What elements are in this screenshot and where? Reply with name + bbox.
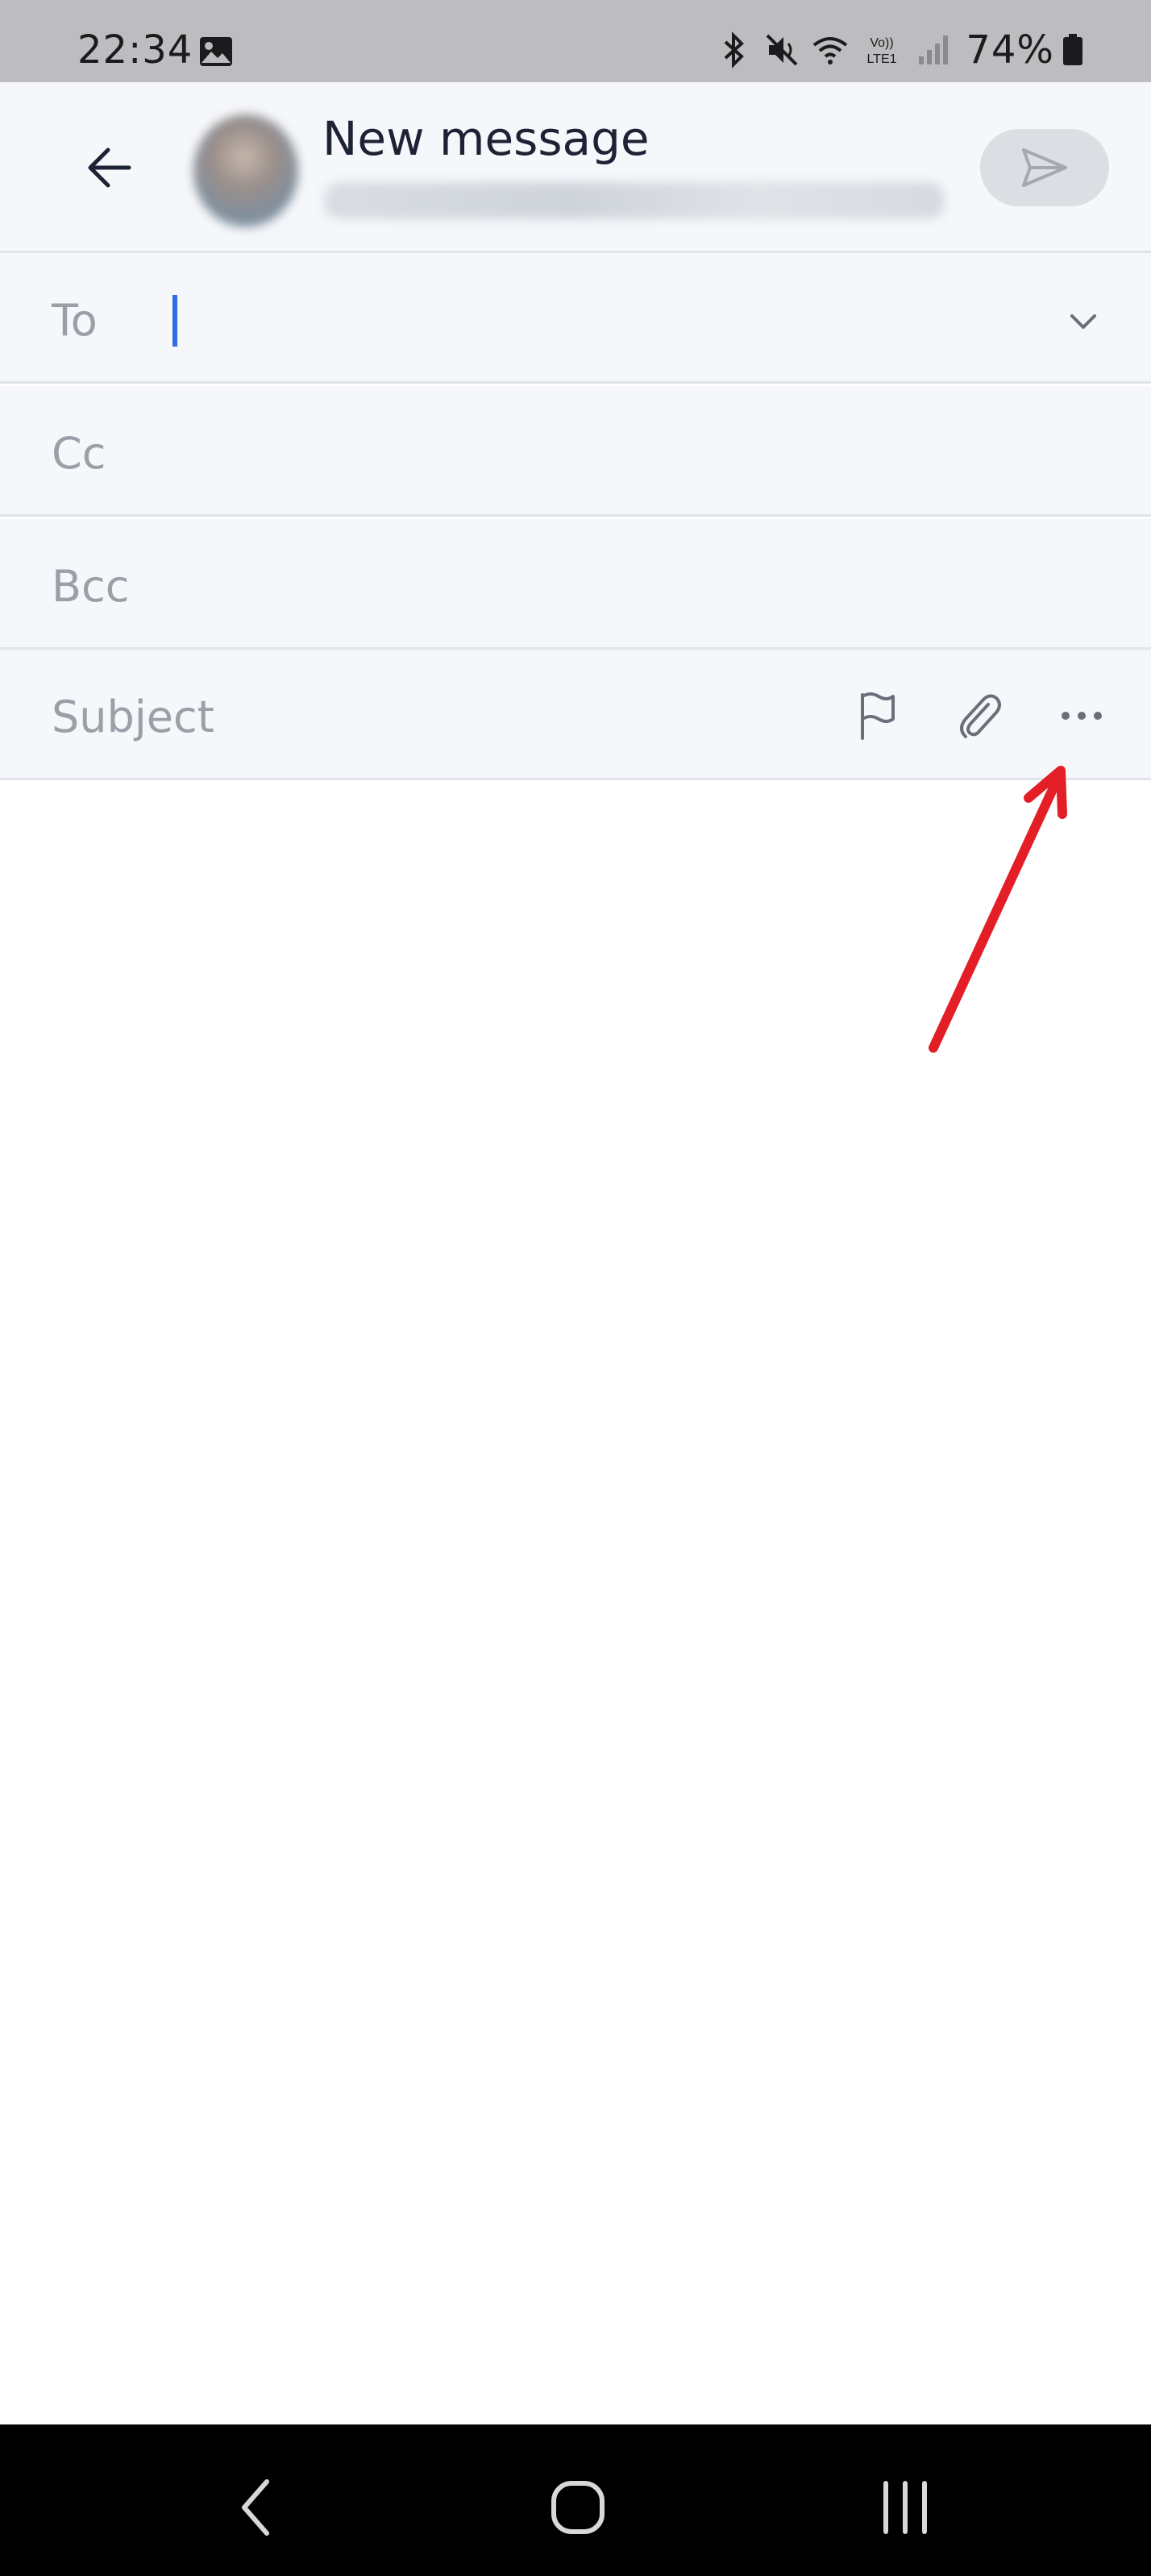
send-button[interactable] [980,129,1109,206]
status-time: 22:34 [77,27,193,73]
mute-icon [766,34,798,66]
wifi-icon [813,37,848,64]
bcc-label: Bcc [52,561,130,612]
gallery-icon [200,37,232,66]
sender-account-blurred[interactable] [324,182,945,219]
paperclip-icon [960,694,1001,738]
recents-nav-icon [883,2481,927,2534]
home-nav-icon [551,2481,605,2534]
more-options-button[interactable] [1053,687,1111,745]
to-label: To [52,295,98,346]
arrow-left-icon [88,147,131,188]
signal-icon [919,35,949,64]
volte-top-text: Vo)) [871,36,894,50]
page-title: New message [322,111,650,166]
back-nav-icon [242,2479,269,2536]
text-cursor [172,295,177,347]
battery-percent: 74% [966,27,1054,73]
nav-recents-button[interactable] [869,2471,941,2544]
attach-button[interactable] [949,687,1008,745]
send-icon [1022,148,1067,187]
message-body-editor[interactable] [3,783,1151,2424]
flag-icon [861,692,895,740]
subject-label: Subject [52,692,214,742]
nav-home-button[interactable] [542,2471,614,2544]
to-field[interactable]: To [0,253,1151,384]
battery-icon [1063,34,1082,65]
cc-field[interactable]: Cc [0,386,1151,517]
to-input[interactable] [185,285,991,353]
bcc-field[interactable]: Bcc [0,519,1151,650]
avatar[interactable] [193,114,298,227]
status-icons: Vo)) LTE1 74% [714,27,1083,73]
back-button[interactable] [77,135,142,200]
cc-label: Cc [52,428,106,479]
nav-back-button[interactable] [219,2471,292,2544]
compose-header: New message [0,82,1151,253]
volte-bottom-text: LTE1 [867,52,897,66]
status-bar: 22:34 Vo)) LTE1 74% [0,0,1151,82]
bluetooth-icon [724,31,745,69]
more-icon [1062,712,1102,720]
volte-icon: Vo)) LTE1 [867,36,897,66]
flag-button[interactable] [848,687,906,745]
subject-field[interactable]: Subject [0,650,1151,780]
system-nav-bar [0,2424,1151,2576]
chevron-down-icon[interactable] [1059,297,1107,345]
